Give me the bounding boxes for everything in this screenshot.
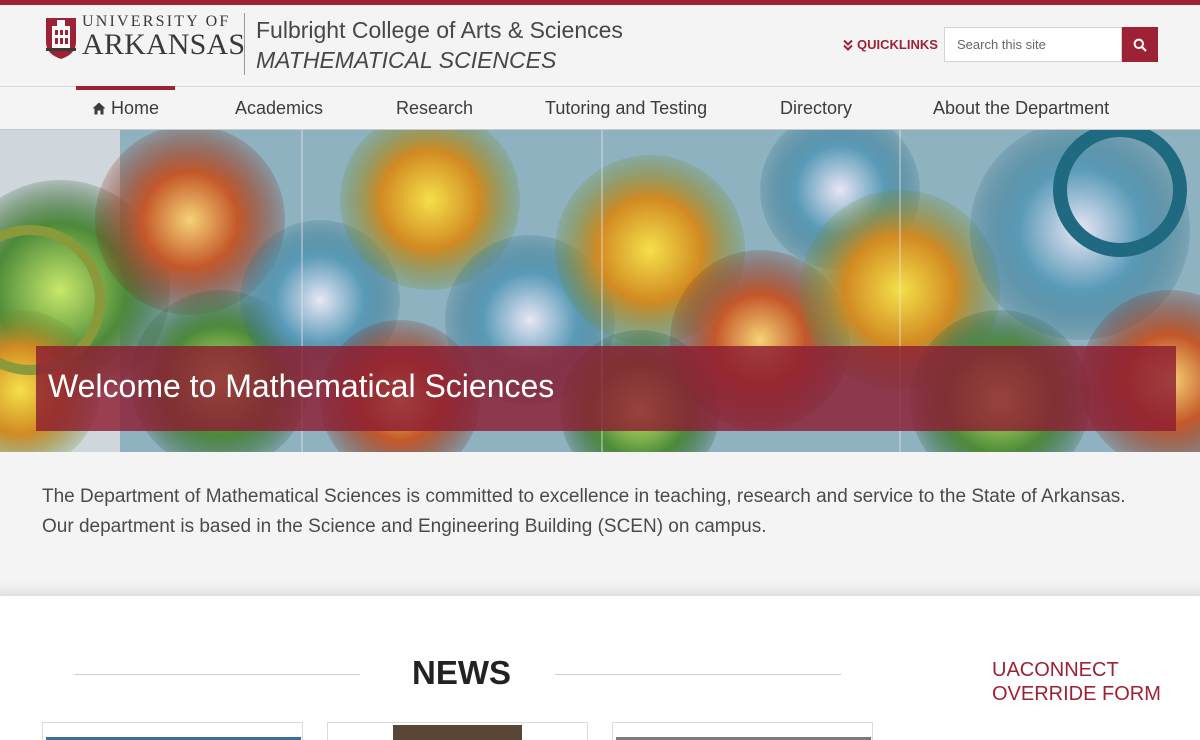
hero-section: Welcome to Mathematical Sciences [0, 130, 1200, 452]
intro-text: The Department of Mathematical Sciences … [42, 486, 1126, 537]
news-divider-right [555, 674, 841, 675]
nav-item-tutoring-and-testing[interactable]: Tutoring and Testing [545, 87, 707, 129]
old-main-shield-icon [46, 18, 76, 59]
hero-banner: Welcome to Mathematical Sciences [36, 346, 1176, 431]
quicklinks-button[interactable]: QUICKLINKS [842, 37, 938, 52]
uaconnect-override-form-link[interactable]: UACONNECT OVERRIDE FORM [992, 658, 1200, 706]
news-card-image [393, 725, 522, 740]
department-name-link[interactable]: MATHEMATICAL SCIENCES [256, 47, 556, 74]
search-input[interactable] [944, 27, 1122, 62]
site-header: UNIVERSITY OF ARKANSAS Fulbright College… [0, 5, 1200, 86]
news-heading: NEWS [412, 654, 511, 691]
intro-section: The Department of Mathematical Sciences … [0, 452, 1200, 596]
double-chevron-down-icon [843, 39, 853, 51]
news-divider-left [74, 674, 360, 675]
search-icon [1133, 38, 1147, 52]
nav-item-home[interactable]: Home [75, 86, 176, 129]
header-divider [244, 13, 245, 75]
logo-line-2: ARKANSAS [82, 28, 246, 61]
college-name-link[interactable]: Fulbright College of Arts & Sciences [256, 17, 623, 44]
nav-item-academics[interactable]: Academics [235, 87, 323, 129]
quicklinks-label: QUICKLINKS [857, 37, 938, 52]
content-section: NEWS UACONNECT OVERRIDE FORM [0, 596, 1200, 740]
nav-item-research[interactable]: Research [396, 87, 473, 129]
search-button[interactable] [1122, 27, 1158, 62]
logo-wordmark: UNIVERSITY OF ARKANSAS [82, 14, 245, 60]
site-search [944, 27, 1158, 62]
news-card[interactable] [612, 722, 873, 740]
nav-item-label: Home [111, 98, 160, 118]
main-navigation: Home Academics Research Tutoring and Tes… [0, 86, 1200, 130]
nav-item-directory[interactable]: Directory [780, 87, 852, 129]
home-icon [92, 102, 106, 115]
nav-item-about[interactable]: About the Department [933, 87, 1109, 129]
hero-title: Welcome to Mathematical Sciences [48, 368, 555, 404]
university-logo[interactable]: UNIVERSITY OF ARKANSAS [44, 14, 245, 60]
news-card[interactable] [327, 722, 588, 740]
news-card[interactable] [42, 722, 303, 740]
